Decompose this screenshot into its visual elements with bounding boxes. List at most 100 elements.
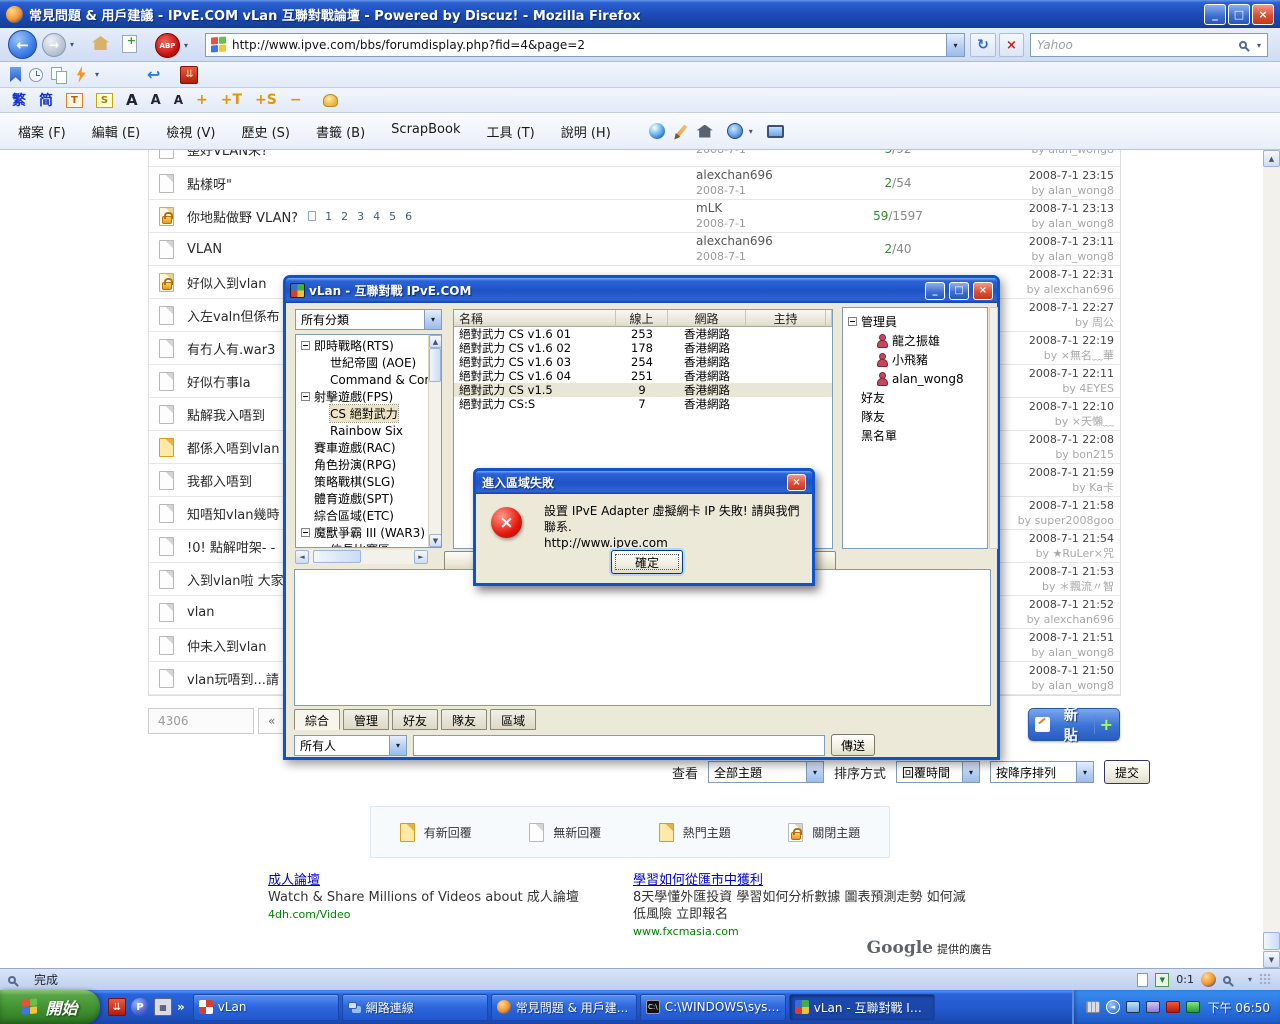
minimize-button[interactable]: _ [1204,4,1226,25]
send-button[interactable]: 傳送 [831,734,875,756]
format-button-10[interactable]: − [290,92,302,108]
lastpost-author[interactable]: by alexchan696 [1027,612,1114,627]
translate-pages-icon[interactable] [51,67,67,83]
format-button-0[interactable]: 繁 [12,90,26,110]
scrollbar-thumb[interactable] [313,550,361,563]
tree-scrollbar[interactable]: ▲ ▼ [428,335,441,547]
topic-link[interactable]: 點解我入唔到 [187,405,265,424]
tree-item[interactable]: 隊友 [843,407,987,426]
topic-link[interactable]: 點樣呀" [187,174,232,193]
keyboard-icon[interactable] [1086,1001,1100,1013]
tree-item[interactable]: 龍之振雄 [843,331,987,350]
url-text[interactable]: http://www.ipve.com/bbs/forumdisplay.php… [232,38,946,52]
page-scrollbar[interactable]: ▲ ▼ [1263,150,1280,968]
tree-item[interactable]: CS 絕對武力 [296,405,441,422]
flashget-icon[interactable]: ⇊ [180,66,198,84]
zoom-icon[interactable] [1223,976,1231,984]
menu-item-4[interactable]: 書籤 (B) [312,119,369,144]
dialog-titlebar[interactable]: 進入區域失敗 × [476,471,812,494]
chevron-down-icon[interactable]: ▾ [806,762,823,782]
undo-arrow-icon[interactable]: ↩ [147,65,160,84]
lastpost-author[interactable]: by super2008goo [1018,513,1114,528]
adblock-dropdown-icon[interactable]: ▾ [184,41,188,50]
topic-link[interactable]: !0! 點解咁架- - [187,537,275,556]
collapse-icon[interactable] [301,341,310,350]
ok-button[interactable]: 確定 [611,550,683,574]
tab-2[interactable]: 好友 [392,709,438,730]
pencil-icon[interactable] [674,124,687,138]
scroll-down-icon[interactable]: ▼ [429,534,442,547]
p-app-icon[interactable]: P [131,998,149,1016]
tree-item[interactable]: 綜合區域(ETC) [296,507,441,524]
lastpost-author[interactable]: by alan_wong8 [1031,678,1114,693]
home-icon[interactable] [92,36,109,50]
format-button-1[interactable]: 简 [39,90,53,110]
server-row[interactable]: 絕對武力 CS v1.6 01253香港網路 [454,327,832,341]
back-button[interactable]: ← [8,30,37,59]
page-link[interactable]: 3 [357,210,364,223]
lastpost-author[interactable]: by alexchan696 [1027,282,1114,297]
scroll-up-icon[interactable]: ▲ [1263,150,1280,167]
server-row[interactable]: 絕對武力 CS:S7香港網路 [454,397,832,411]
lastpost-author[interactable]: by alan_wong8 [1031,183,1114,198]
lastpost-author[interactable]: by 周公 [1075,315,1114,330]
tab-0[interactable]: 綜合 [294,709,340,730]
hidden-button-fragment[interactable] [814,551,836,571]
topic-link[interactable]: 我都入唔到 [187,471,252,490]
column-header-1[interactable]: 線上 [616,310,668,327]
scroll-up-icon[interactable]: ▲ [429,335,442,348]
bookmark-icon[interactable] [10,67,21,82]
topic-link[interactable]: 好似入到vlan [187,273,267,292]
house-icon[interactable] [697,125,713,138]
tray-chevron-icon[interactable]: ◄ [1106,1000,1120,1014]
recipient-select[interactable]: 所有人 ▾ [294,735,407,756]
download-icon[interactable]: ▼ [1155,973,1169,987]
lastpost-author[interactable]: by ×無名﹏華 [1044,348,1114,363]
vlan-titlebar[interactable]: vLan - 互聯對戰 IPvE.COM _ □ × [286,278,997,303]
tree-item[interactable]: 魔獸爭霸 III (WAR3) [296,524,441,541]
globe-icon[interactable] [727,123,743,139]
tree-item[interactable]: 世紀帝國 (AOE) [296,354,441,371]
format-button-9[interactable]: +S [255,92,277,108]
ad-link[interactable]: 成人論壇 [268,872,608,889]
server-row[interactable]: 絕對武力 CS v1.6 02178香港網路 [454,341,832,355]
lastpost-author[interactable]: by ×天懶﹏ [1055,414,1114,429]
taskbar-button-0[interactable]: vLan [193,994,339,1021]
tree-item[interactable]: 角色扮演(RPG) [296,456,441,473]
close-button[interactable]: × [1252,4,1274,25]
tree-item[interactable]: Command & Conque [296,371,441,388]
topic-link[interactable]: 你地點做野 VLAN? [187,207,298,226]
taskbar-button-2[interactable]: 常見問題 & 用戶建... [491,994,637,1021]
format-button-7[interactable]: + [196,92,208,108]
pagination-prev[interactable]: « [258,708,285,734]
lastpost-author[interactable]: by bon215 [1055,447,1114,462]
menu-item-2[interactable]: 檢視 (V) [162,119,219,144]
tree-item[interactable]: 管理員 [843,312,987,331]
topic-link[interactable]: 好似冇事la [187,372,251,391]
search-icon[interactable] [1239,41,1247,49]
menu-item-7[interactable]: 說明 (H) [557,119,615,144]
taskbar-button-3[interactable]: C:\WINDOWS\system... [640,994,786,1021]
network-icon[interactable] [1126,1001,1140,1013]
topic-link[interactable]: VLAN [187,242,222,257]
tab-3[interactable]: 隊友 [441,709,487,730]
chevron-down-icon[interactable]: ▾ [962,762,979,782]
forward-button[interactable]: → [42,33,66,57]
ad-link[interactable]: 學習如何從匯市中獲利 [633,872,1003,889]
sort-select[interactable]: 回覆時間 ▾ [896,761,980,783]
lastpost-author[interactable]: by alan_wong8 [1031,249,1114,264]
maximize-button[interactable]: □ [949,282,969,300]
tab-1[interactable]: 管理 [343,709,389,730]
adblock-icon[interactable]: ABP [155,33,180,58]
refresh-button[interactable]: ↻ [970,33,996,57]
buddy-scrollbar[interactable] [989,307,998,549]
page-info-icon[interactable] [1137,973,1148,987]
topic-link[interactable]: 整好VLAN未? [187,150,268,157]
chevron-down-icon[interactable]: ▾ [389,736,406,755]
tab-4[interactable]: 區域 [490,709,536,730]
author-name[interactable]: alexchan696 [696,234,773,249]
topic-link[interactable]: 入到vlan啦 大家 [187,570,284,589]
topic-link[interactable]: 入左valn但係布 [187,306,280,325]
topic-link[interactable]: vlan [187,605,215,620]
resize-grip[interactable] [1259,973,1272,986]
